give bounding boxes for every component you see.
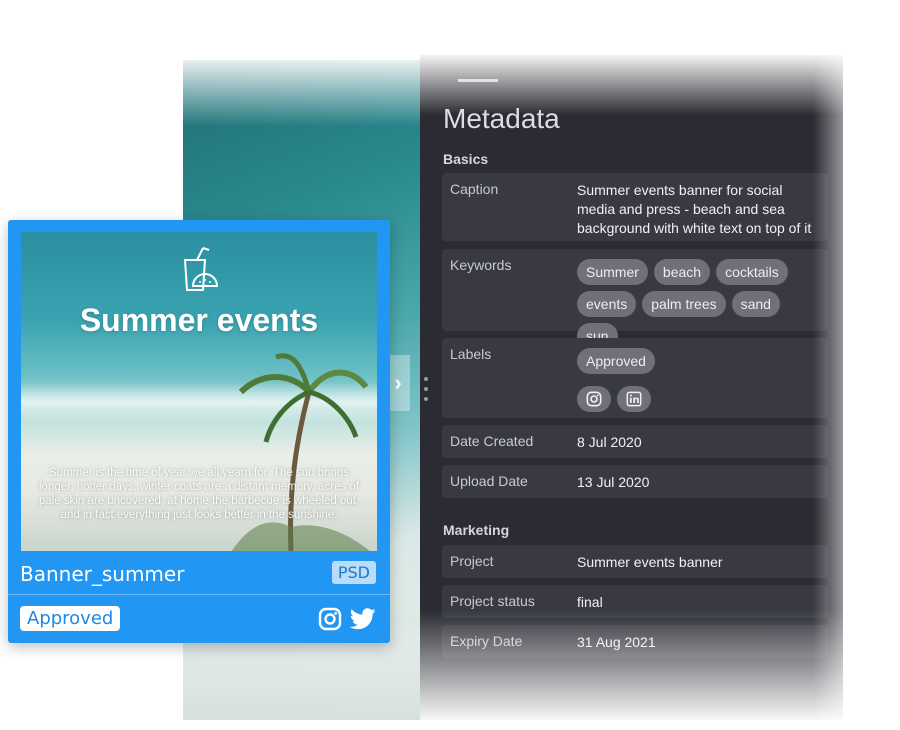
keyword-chip[interactable]: cocktails	[716, 259, 788, 285]
project-status-row[interactable]: Project status final	[442, 585, 828, 618]
banner-headline: Summer events	[79, 302, 319, 338]
instagram-icon[interactable]	[318, 607, 342, 631]
fade-overlay	[813, 55, 843, 720]
caption-key: Caption	[450, 181, 499, 197]
caption-value: Summer events banner for social media an…	[577, 182, 812, 236]
upload-date-value: 13 Jul 2020	[577, 474, 650, 490]
asset-card[interactable]: Summer events Summer is the time of year…	[8, 220, 390, 643]
twitter-icon[interactable]	[350, 608, 376, 630]
keyword-chip[interactable]: sand	[731, 291, 780, 317]
asset-thumbnail[interactable]: Summer events Summer is the time of year…	[21, 232, 377, 551]
section-marketing: Marketing	[443, 522, 510, 538]
labels-key: Labels	[450, 346, 492, 362]
card-divider	[8, 594, 390, 595]
project-key: Project	[450, 553, 494, 569]
project-status-value: final	[577, 594, 603, 610]
keyword-chip[interactable]: Summer	[577, 259, 648, 285]
keywords-key: Keywords	[450, 257, 512, 273]
approval-status-badge: Approved	[20, 606, 121, 631]
keyword-chip[interactable]: beach	[653, 259, 711, 285]
expiry-date-row[interactable]: Expiry Date 31 Aug 2021	[442, 625, 828, 658]
date-created-row[interactable]: Date Created 8 Jul 2020	[442, 425, 828, 458]
section-basics: Basics	[443, 151, 489, 167]
upload-date-row[interactable]: Upload Date 13 Jul 2020	[442, 465, 828, 498]
social-icons	[318, 607, 376, 631]
asset-name[interactable]: Banner_summer	[20, 562, 184, 586]
active-tab-indicator	[458, 79, 498, 82]
metadata-panel: Metadata Basics Caption Summer events ba…	[420, 55, 843, 720]
keyword-chip[interactable]: events	[577, 291, 637, 317]
banner-body-text: Summer is the time of year we all yearn …	[38, 467, 360, 521]
instagram-label-chip[interactable]	[577, 386, 611, 412]
upload-date-key: Upload Date	[450, 473, 528, 489]
metadata-title: Metadata	[443, 103, 560, 134]
linkedin-label-chip[interactable]	[617, 386, 651, 412]
keyword-chip[interactable]: palm trees	[642, 291, 726, 317]
keywords-row[interactable]: Keywords Summer beach cocktails events p…	[442, 249, 828, 349]
labels-row[interactable]: Labels Approved	[442, 338, 828, 418]
date-created-key: Date Created	[450, 433, 534, 449]
instagram-icon	[586, 391, 602, 407]
cocktail-icon	[183, 247, 219, 291]
approved-label-chip[interactable]: Approved	[577, 348, 655, 374]
project-status-key: Project status	[450, 593, 535, 609]
expiry-date-key: Expiry Date	[450, 633, 523, 649]
file-format-badge: PSD	[331, 561, 376, 584]
caption-row[interactable]: Caption Summer events banner for social …	[442, 173, 828, 241]
keywords-chips: Summer beach cocktails events palm trees…	[577, 259, 822, 349]
panel-resize-handle[interactable]	[423, 377, 429, 401]
project-value: Summer events banner	[577, 554, 723, 570]
linkedin-icon	[626, 391, 642, 407]
expiry-date-value: 31 Aug 2021	[577, 634, 656, 650]
project-row[interactable]: Project Summer events banner	[442, 545, 828, 578]
chevron-right-icon: ›	[394, 370, 402, 395]
date-created-value: 8 Jul 2020	[577, 434, 642, 450]
labels-chips: Approved	[577, 348, 822, 412]
